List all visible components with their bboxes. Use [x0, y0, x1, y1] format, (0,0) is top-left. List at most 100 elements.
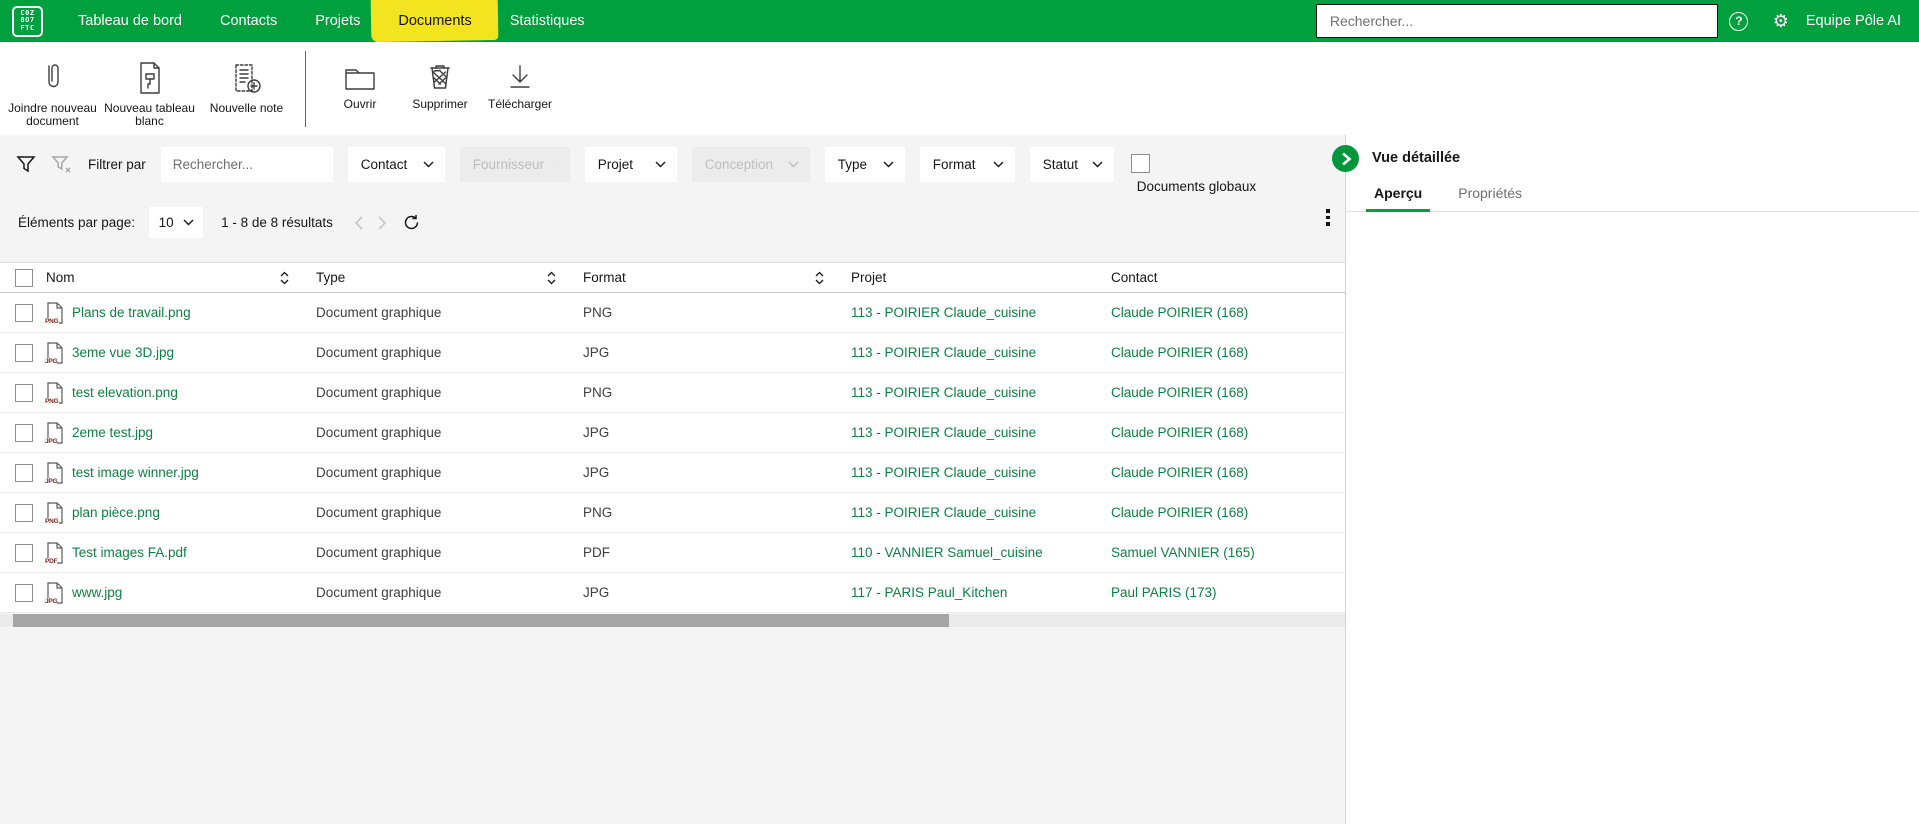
- row-projet[interactable]: 110 - VANNIER Samuel_cuisine: [851, 545, 1043, 560]
- row-type: Document graphique: [316, 585, 442, 600]
- whiteboard-icon: [135, 54, 165, 102]
- row-checkbox[interactable]: [15, 423, 33, 442]
- previous-page-button[interactable]: [347, 211, 371, 235]
- table-row[interactable]: JPG 2eme test.jpg Document graphique JPG…: [0, 413, 1345, 453]
- user-account-label[interactable]: Equipe Pôle AI: [1802, 13, 1909, 29]
- row-contact[interactable]: Claude POIRIER (168): [1111, 385, 1248, 400]
- column-header-projet[interactable]: Projet: [851, 270, 886, 285]
- row-checkbox[interactable]: [15, 463, 33, 482]
- documents-content-area: Filtrer par Contact Fournisseur Projet C…: [0, 135, 1345, 824]
- file-icon: PNG: [45, 501, 64, 525]
- sort-icon[interactable]: [546, 271, 557, 285]
- row-contact[interactable]: Claude POIRIER (168): [1111, 425, 1248, 440]
- app-logo[interactable]: C0Z 8O7 FTC: [12, 5, 43, 37]
- column-header-contact[interactable]: Contact: [1111, 270, 1158, 285]
- nav-tab-documents[interactable]: Documents: [370, 0, 500, 43]
- new-note-icon: [231, 54, 263, 102]
- row-name[interactable]: test elevation.png: [72, 385, 178, 400]
- row-name[interactable]: www.jpg: [72, 585, 122, 600]
- new-whiteboard-button[interactable]: Nouveau tableau blanc: [101, 42, 198, 128]
- row-checkbox[interactable]: [15, 383, 33, 402]
- settings-button[interactable]: ⚙: [1760, 0, 1802, 42]
- row-name[interactable]: Test images FA.pdf: [72, 545, 187, 560]
- attach-new-document-button[interactable]: Joindre nouveau document: [4, 42, 101, 128]
- filter-dropdown-projet[interactable]: Projet: [584, 147, 677, 182]
- delete-button[interactable]: Supprimer: [400, 42, 480, 111]
- chevron-down-icon: [993, 161, 1004, 168]
- row-projet[interactable]: 113 - POIRIER Claude_cuisine: [851, 385, 1036, 400]
- filter-dropdown-format[interactable]: Format: [919, 147, 1015, 182]
- row-contact[interactable]: Claude POIRIER (168): [1111, 465, 1248, 480]
- refresh-button[interactable]: [399, 211, 425, 235]
- nav-tab-contacts[interactable]: Contacts: [201, 0, 296, 42]
- open-button[interactable]: Ouvrir: [320, 42, 400, 111]
- help-button[interactable]: ?: [1718, 0, 1760, 42]
- row-format: JPG: [583, 345, 610, 360]
- row-projet[interactable]: 117 - PARIS Paul_Kitchen: [851, 585, 1007, 600]
- row-contact[interactable]: Samuel VANNIER (165): [1111, 545, 1255, 560]
- table-row[interactable]: PNG test elevation.png Document graphiqu…: [0, 373, 1345, 413]
- table-options-kebab-icon[interactable]: [1326, 209, 1330, 226]
- row-projet[interactable]: 113 - POIRIER Claude_cuisine: [851, 505, 1036, 520]
- filter-dropdown-type[interactable]: Type: [824, 147, 905, 182]
- row-checkbox[interactable]: [15, 503, 33, 522]
- row-checkbox[interactable]: [15, 583, 33, 602]
- logo-text-row: FTC: [20, 23, 35, 32]
- filter-dropdown-contact[interactable]: Contact: [347, 147, 445, 182]
- sort-icon[interactable]: [814, 271, 825, 285]
- table-row[interactable]: PNG Plans de travail.png Document graphi…: [0, 293, 1345, 333]
- row-checkbox[interactable]: [15, 543, 33, 562]
- panel-collapse-button[interactable]: [1332, 145, 1359, 172]
- table-row[interactable]: JPG 3eme vue 3D.jpg Document graphique J…: [0, 333, 1345, 373]
- nav-tab-statistiques[interactable]: Statistiques: [491, 0, 604, 42]
- download-button[interactable]: Télécharger: [480, 42, 560, 111]
- row-name[interactable]: Plans de travail.png: [72, 305, 191, 320]
- results-count-label: 1 - 8 de 8 résultats: [221, 215, 333, 230]
- row-contact[interactable]: Claude POIRIER (168): [1111, 345, 1248, 360]
- tab-apercu[interactable]: Aperçu: [1365, 185, 1431, 212]
- table-row[interactable]: PNG plan pièce.png Document graphique PN…: [0, 493, 1345, 533]
- table-row[interactable]: JPG test image winner.jpg Document graph…: [0, 453, 1345, 493]
- select-all-checkbox[interactable]: [15, 268, 33, 287]
- row-projet[interactable]: 113 - POIRIER Claude_cuisine: [851, 465, 1036, 480]
- row-name[interactable]: plan pièce.png: [72, 505, 160, 520]
- row-type: Document graphique: [316, 465, 442, 480]
- row-checkbox[interactable]: [15, 303, 33, 322]
- file-ext: PNG: [45, 517, 59, 525]
- next-page-button[interactable]: [371, 211, 395, 235]
- row-contact[interactable]: Paul PARIS (173): [1111, 585, 1217, 600]
- column-header-nom[interactable]: Nom: [46, 270, 75, 285]
- sort-icon[interactable]: [279, 271, 290, 285]
- row-name[interactable]: 3eme vue 3D.jpg: [72, 345, 174, 360]
- global-documents-checkbox[interactable]: [1130, 154, 1150, 173]
- filter-dropdown-statut[interactable]: Statut: [1029, 147, 1114, 182]
- scrollbar-thumb[interactable]: [13, 614, 949, 627]
- file-ext: PNG: [45, 317, 59, 325]
- row-name[interactable]: 2eme test.jpg: [72, 425, 153, 440]
- table-row[interactable]: JPG www.jpg Document graphique JPG 117 -…: [0, 573, 1345, 613]
- funnel-clear-icon[interactable]: [51, 154, 73, 179]
- per-page-select[interactable]: 10: [149, 207, 204, 238]
- row-name[interactable]: test image winner.jpg: [72, 465, 199, 480]
- column-header-format[interactable]: Format: [583, 270, 626, 285]
- row-projet[interactable]: 113 - POIRIER Claude_cuisine: [851, 305, 1036, 320]
- row-checkbox[interactable]: [15, 343, 33, 362]
- file-icon: PNG: [45, 381, 64, 405]
- horizontal-scrollbar[interactable]: [0, 614, 1345, 627]
- table-row[interactable]: PDF Test images FA.pdf Document graphiqu…: [0, 533, 1345, 573]
- column-header-type[interactable]: Type: [316, 270, 345, 285]
- tab-proprietes[interactable]: Propriétés: [1454, 185, 1526, 211]
- nav-tab-projets[interactable]: Projets: [296, 0, 379, 42]
- row-contact[interactable]: Claude POIRIER (168): [1111, 305, 1248, 320]
- row-format: JPG: [583, 425, 610, 440]
- row-projet[interactable]: 113 - POIRIER Claude_cuisine: [851, 425, 1036, 440]
- new-note-button[interactable]: Nouvelle note: [198, 42, 295, 115]
- global-search-input[interactable]: [1315, 4, 1718, 38]
- funnel-icon[interactable]: [16, 154, 36, 179]
- table-body: PNG Plans de travail.png Document graphi…: [0, 293, 1345, 613]
- trash-icon: [425, 54, 455, 98]
- row-projet[interactable]: 113 - POIRIER Claude_cuisine: [851, 345, 1036, 360]
- nav-tab-tableau-de-bord[interactable]: Tableau de bord: [59, 0, 201, 42]
- filter-search-input[interactable]: [160, 147, 333, 182]
- row-contact[interactable]: Claude POIRIER (168): [1111, 505, 1248, 520]
